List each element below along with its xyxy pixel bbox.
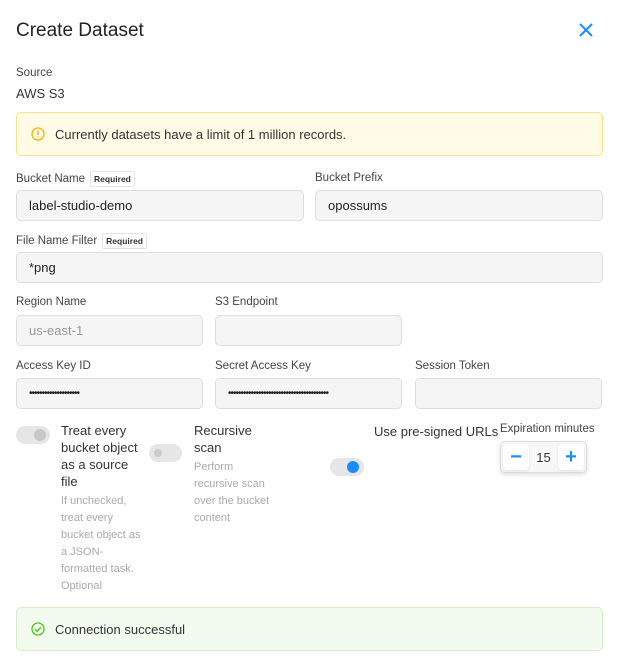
warning-text: Currently datasets have a limit of 1 mil… [55, 126, 347, 142]
limit-warning: Currently datasets have a limit of 1 mil… [16, 112, 603, 156]
region-label: Region Name [16, 296, 87, 308]
access-key-input[interactable]: •••••••••••••••••••• [16, 378, 203, 409]
increment-button[interactable]: + [558, 444, 584, 470]
decrement-button[interactable]: − [503, 444, 529, 470]
source-value: AWS S3 [16, 86, 65, 101]
expiration-label: Expiration minutes [500, 423, 595, 435]
treat-source-toggle[interactable] [16, 426, 50, 444]
s3-endpoint-input[interactable] [215, 315, 402, 346]
bucket-name-label: Bucket Name Required [16, 171, 135, 187]
bucket-prefix-input[interactable]: opossums [315, 190, 603, 221]
access-key-label: Access Key ID [16, 360, 91, 372]
bucket-prefix-label: Bucket Prefix [315, 172, 383, 184]
required-badge: Required [102, 233, 147, 249]
dialog-title: Create Dataset [16, 20, 144, 41]
check-circle-icon [31, 622, 45, 636]
secret-key-label: Secret Access Key [215, 360, 311, 372]
file-filter-input[interactable]: *png [16, 252, 603, 283]
bucket-name-input[interactable]: label-studio-demo [16, 190, 304, 221]
success-text: Connection successful [55, 621, 186, 637]
info-icon [31, 127, 45, 141]
treat-source-label: Treat every bucket object as a source fi… [61, 423, 138, 489]
region-input[interactable]: us-east-1 [16, 315, 203, 346]
s3-endpoint-label: S3 Endpoint [215, 296, 278, 308]
secret-key-input[interactable]: •••••••••••••••••••••••••••••••••••••••• [215, 378, 402, 409]
treat-source-hint: If unchecked, treat every bucket object … [61, 495, 141, 592]
recursive-scan-label: Recursive scan [194, 423, 252, 455]
expiration-value[interactable]: 15 [536, 450, 550, 465]
file-filter-label: File Name Filter Required [16, 233, 147, 249]
label-text: Bucket Name [16, 173, 86, 185]
recursive-scan-hint: Perform recursive scan over the bucket c… [194, 461, 270, 524]
presigned-urls-label: Use pre-signed URLs [374, 424, 499, 439]
close-icon[interactable] [576, 20, 596, 40]
label-text: File Name Filter [16, 235, 98, 247]
required-badge: Required [90, 171, 135, 187]
session-token-label: Session Token [415, 360, 490, 372]
session-token-input[interactable] [415, 378, 602, 409]
expiration-stepper[interactable]: − 15 + [500, 441, 587, 473]
presigned-urls-toggle[interactable] [330, 458, 364, 476]
recursive-scan-toggle[interactable] [149, 444, 182, 462]
connection-status: Connection successful [16, 607, 603, 651]
source-label: Source [16, 67, 53, 79]
